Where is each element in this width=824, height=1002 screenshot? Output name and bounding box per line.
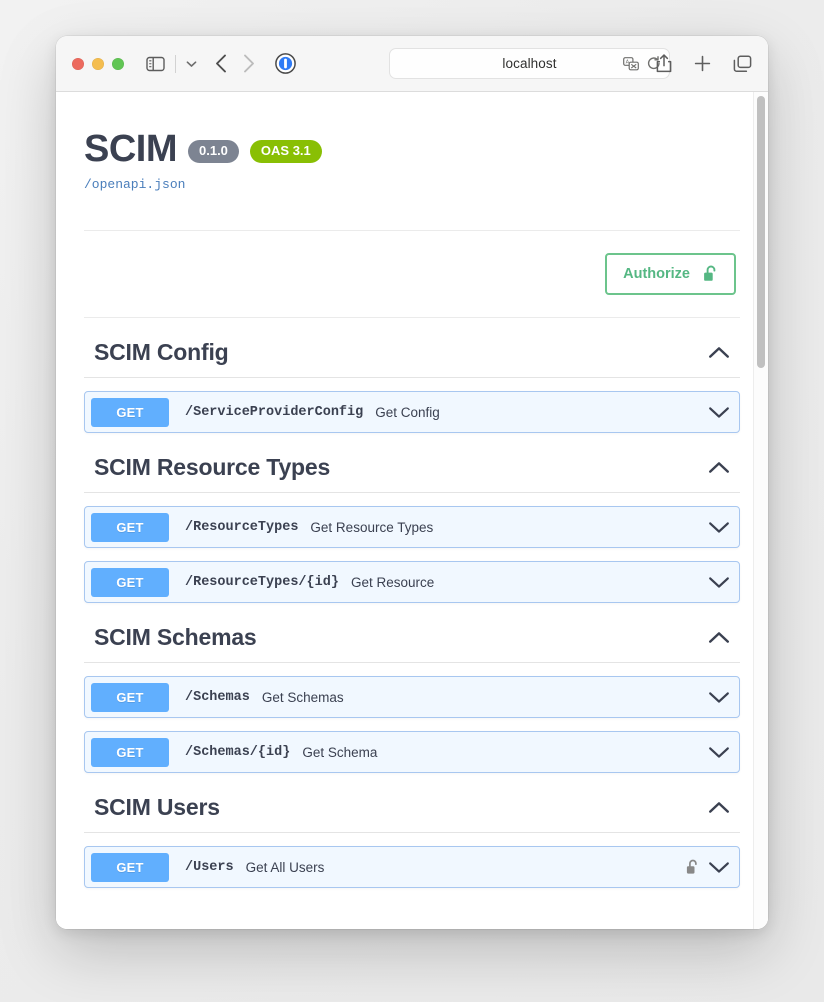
operation-summary: Get Schemas [261,689,344,705]
api-info-block: SCIM 0.1.0 OAS 3.1 /openapi.json [56,92,768,192]
version-badge: 0.1.0 [188,139,239,163]
operation-path: /ResourceTypes [185,519,299,535]
new-tab-icon[interactable] [694,55,711,72]
swagger-ui-page: SCIM 0.1.0 OAS 3.1 /openapi.json Authori… [56,92,768,929]
unlocked-padlock-icon[interactable] [686,859,699,876]
operation-row[interactable]: GET/Schemas/{id} Get Schema [84,731,740,773]
translate-icon[interactable]: A [623,56,639,71]
chevron-up-icon[interactable] [708,461,730,474]
operation-summary: Get Config [375,404,440,420]
operation-row[interactable]: GET/ResourceTypes Get Resource Types [84,506,740,548]
operation-row[interactable]: GET/Schemas Get Schemas [84,676,740,718]
back-icon[interactable] [215,54,227,73]
operation-row[interactable]: GET/Users Get All Users [84,846,740,888]
chevron-down-icon[interactable] [708,406,730,419]
tag-section-inner: SCIM Resource Types GET/ResourceTypes Get … [84,433,740,603]
zoom-window-button[interactable] [112,57,124,70]
toolbar-divider [175,54,176,73]
tag-section: SCIM Schemas GET/Schemas Get Schemas GET/Sc… [56,603,768,773]
tag-section-inner: SCIM Schemas GET/Schemas Get Schemas GET/Sc… [84,603,740,773]
http-method-badge: GET [91,682,169,712]
chevron-down-icon[interactable] [708,576,730,589]
tag-name: SCIM Resource Types [94,454,331,480]
operation-actions [708,746,730,759]
operation-actions [686,859,730,876]
operation-row[interactable]: GET/ServiceProviderConfig Get Config [84,391,740,433]
operation-summary: Get Schema [302,744,378,760]
url-bar[interactable]: localhost A [389,48,670,79]
http-method-badge: GET [91,397,169,427]
tab-overview-icon[interactable] [733,54,752,73]
tag-name: SCIM Config [94,339,229,365]
chevron-up-icon[interactable] [708,801,730,814]
chevron-up-icon[interactable] [708,631,730,644]
browser-toolbar: localhost A [56,36,768,92]
tag-name: SCIM Schemas [94,624,257,650]
http-method-badge: GET [91,737,169,767]
operation-path: /Schemas/{id} [185,744,291,760]
browser-window: localhost A SCIM 0.1.0 OAS 3.1 /openapi.… [56,36,768,929]
chevron-down-icon[interactable] [708,861,730,874]
operation-actions [708,576,730,589]
forward-icon[interactable] [243,54,255,73]
close-window-button[interactable] [72,57,84,70]
chevron-down-icon[interactable] [186,60,197,68]
chevron-down-icon[interactable] [708,691,730,704]
scrollbar-thumb[interactable] [757,96,765,368]
tag-section-inner: SCIM Config GET/ServiceProviderConfig Get … [84,318,740,433]
openapi-spec-link[interactable]: /openapi.json [84,177,740,192]
chevron-down-icon[interactable] [708,746,730,759]
page-scrollbar[interactable] [753,92,768,929]
authorize-button[interactable]: Authorize [605,253,736,295]
operation-path: /Users [185,859,234,875]
http-method-badge: GET [91,567,169,597]
unlocked-padlock-icon [703,265,718,283]
window-controls [72,57,124,70]
page-viewport: SCIM 0.1.0 OAS 3.1 /openapi.json Authori… [56,92,768,929]
api-title-row: SCIM 0.1.0 OAS 3.1 [84,130,740,168]
chevron-down-icon[interactable] [708,521,730,534]
minimize-window-button[interactable] [92,57,104,70]
operation-row[interactable]: GET/ResourceTypes/{id} Get Resource [84,561,740,603]
tag-name: SCIM Users [94,794,220,820]
tag-section-inner: SCIM Users GET/Users Get All Users [84,773,740,888]
tag-header[interactable]: SCIM Config [84,318,740,378]
operation-path: /ResourceTypes/{id} [185,574,339,590]
operation-actions [708,406,730,419]
operation-summary: Get Resource [350,574,435,590]
authorize-wrapper: Authorize [84,230,740,318]
url-text: localhost [502,56,557,71]
operation-path: /ServiceProviderConfig [185,404,364,420]
tag-sections: SCIM Config GET/ServiceProviderConfig Get … [56,318,768,888]
http-method-badge: GET [91,852,169,882]
operation-path: /Schemas [185,689,250,705]
tag-header[interactable]: SCIM Schemas [84,603,740,663]
tag-header[interactable]: SCIM Users [84,773,740,833]
authorize-label: Authorize [623,265,690,282]
onepassword-icon[interactable] [275,53,296,74]
tag-header[interactable]: SCIM Resource Types [84,433,740,493]
share-icon[interactable] [656,54,672,73]
chevron-up-icon[interactable] [708,346,730,359]
operation-actions [708,521,730,534]
tag-section: SCIM Resource Types GET/ResourceTypes Get … [56,433,768,603]
operation-summary: Get Resource Types [310,519,434,535]
page-title: SCIM [84,128,178,170]
operation-summary: Get All Users [245,859,325,875]
toolbar-right-actions [656,36,752,91]
navigation-controls [215,54,255,73]
sidebar-toggle-icon[interactable] [146,56,165,72]
tag-section: SCIM Config GET/ServiceProviderConfig Get … [56,318,768,433]
sidebar-controls [146,54,197,73]
tag-section: SCIM Users GET/Users Get All Users [56,773,768,888]
swagger-container: SCIM 0.1.0 OAS 3.1 /openapi.json Authori… [56,92,768,888]
operation-actions [708,691,730,704]
oas-badge: OAS 3.1 [249,139,322,163]
http-method-badge: GET [91,512,169,542]
